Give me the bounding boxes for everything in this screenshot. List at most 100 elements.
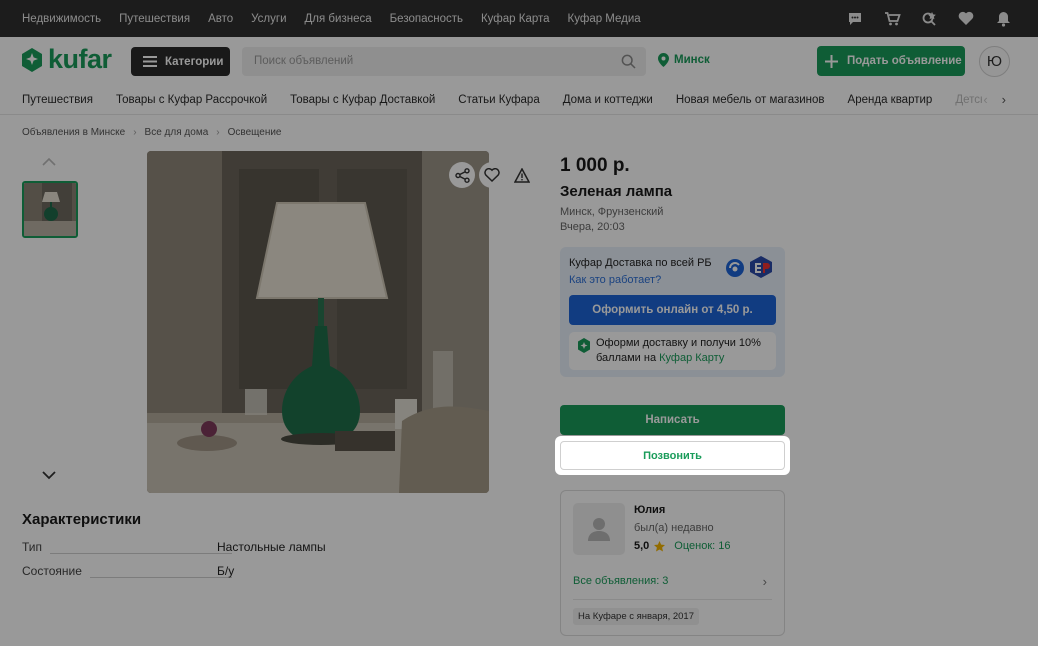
avatar-letter: Ю — [986, 53, 1003, 70]
listing-date: Вчера, 20:03 — [560, 221, 625, 233]
top-link-kufar-card[interactable]: Куфар Карта — [481, 13, 550, 25]
categories-label: Категории — [165, 55, 224, 68]
top-link-services[interactable]: Услуги — [251, 13, 286, 25]
search-icon[interactable] — [621, 54, 636, 69]
chevron-left-icon[interactable]: ‹ — [983, 92, 987, 107]
kufar-logo-icon — [22, 47, 42, 72]
thumbs-down-arrow-icon[interactable] — [42, 470, 56, 480]
share-icon — [454, 167, 470, 183]
categories-button[interactable]: Категории — [131, 47, 230, 76]
main-photo[interactable] — [147, 151, 489, 493]
listing-price: 1 000 р. — [560, 155, 630, 176]
photo-thumbnail[interactable] — [22, 181, 78, 238]
chevron-right-icon[interactable]: › — [1002, 92, 1006, 107]
saved-search-icon[interactable] — [920, 10, 938, 28]
characteristic-row: Состояние Б/у — [22, 564, 442, 582]
divider — [573, 599, 772, 600]
breadcrumb-separator-icon: › — [133, 127, 137, 138]
city-selector[interactable]: Минск — [658, 53, 710, 67]
seller-rating: 5,0 Оценок: 16 — [634, 540, 731, 552]
top-link-business[interactable]: Для бизнеса — [305, 13, 372, 25]
top-link-safety[interactable]: Безопасность — [390, 13, 463, 25]
heart-icon — [484, 168, 500, 182]
nav-item-articles[interactable]: Статьи Куфара — [458, 94, 539, 106]
write-button[interactable]: Написать — [560, 405, 785, 435]
nav-item-kids[interactable]: Детск — [955, 94, 982, 106]
plus-icon — [825, 54, 838, 68]
breadcrumb-item[interactable]: Объявления в Минске — [22, 127, 125, 138]
belpost-logo-icon — [726, 259, 744, 277]
characteristic-value: Настольные лампы — [217, 540, 326, 554]
delivery-title: Куфар Доставка по всей РБ — [569, 257, 712, 269]
top-icons — [846, 0, 1012, 37]
favorites-icon[interactable] — [957, 10, 975, 28]
top-link-realty[interactable]: Недвижимость — [22, 13, 101, 25]
characteristic-value: Б/у — [217, 564, 235, 578]
nav-item-houses[interactable]: Дома и коттеджи — [563, 94, 653, 106]
share-button[interactable] — [449, 162, 475, 188]
star-icon — [654, 540, 666, 551]
kufar-card-icon — [578, 338, 590, 353]
location-pin-icon — [658, 53, 669, 67]
logo-text: kufar — [48, 44, 112, 74]
reviews-link[interactable]: Оценок: 16 — [674, 540, 730, 552]
rating-value: 5,0 — [634, 540, 650, 552]
header: kufar Категории Поиск объявлений Минск П… — [0, 37, 1038, 85]
top-links: Недвижимость Путешествия Авто Услуги Для… — [22, 0, 641, 37]
avatar[interactable]: Ю — [979, 46, 1010, 77]
nav-item-travel[interactable]: Путешествия — [22, 94, 93, 106]
search-input[interactable]: Поиск объявлений — [242, 47, 646, 76]
lamp-thumbnail-image — [24, 183, 76, 236]
nav-item-delivery[interactable]: Товары с Куфар Доставкой — [290, 94, 435, 106]
kufar-logo[interactable]: kufar — [20, 44, 112, 75]
top-bar: Недвижимость Путешествия Авто Услуги Для… — [0, 0, 1038, 37]
seller-avatar[interactable] — [573, 503, 625, 555]
characteristic-key: Состояние — [22, 564, 82, 578]
breadcrumb-item[interactable]: Все для дома — [145, 127, 209, 138]
delivery-how-link[interactable]: Как это работает? — [569, 274, 661, 286]
listing-location: Минск, Фрунзенский — [560, 206, 664, 218]
seller-card: Юлия был(а) недавно 5,0 Оценок: 16 Все о… — [560, 490, 785, 636]
cart-icon[interactable] — [883, 10, 901, 28]
menu-icon — [143, 56, 157, 67]
nav-item-furniture[interactable]: Новая мебель от магазинов — [676, 94, 825, 106]
favorite-button[interactable] — [479, 162, 505, 188]
notifications-icon[interactable] — [994, 10, 1012, 28]
post-ad-button[interactable]: Подать объявление — [817, 46, 965, 76]
delivery-card: Куфар Доставка по всей РБ Как это работа… — [560, 247, 785, 377]
warning-icon — [514, 167, 530, 183]
city-label: Минск — [674, 54, 710, 66]
characteristic-divider — [90, 577, 232, 578]
messages-icon[interactable] — [846, 10, 864, 28]
order-online-button[interactable]: Оформить онлайн от 4,50 р. — [569, 295, 776, 325]
search-placeholder: Поиск объявлений — [254, 55, 354, 67]
kufar-card-link[interactable]: Куфар Карту — [659, 352, 724, 364]
seller-name[interactable]: Юлия — [634, 504, 665, 516]
top-link-auto[interactable]: Авто — [208, 13, 233, 25]
breadcrumb: Объявления в Минске › Все для дома › Осв… — [22, 127, 282, 138]
category-nav-items: Путешествия Товары с Куфар Рассрочкой То… — [22, 85, 982, 114]
delivery-bonus-note: Оформи доставку и получи 10% баллами на … — [569, 332, 776, 370]
all-ads-link[interactable]: Все объявления: 3 — [573, 575, 668, 587]
characteristics-title: Характеристики — [22, 511, 142, 528]
characteristic-key: Тип — [22, 540, 43, 554]
characteristic-divider — [50, 553, 232, 554]
chevron-right-icon[interactable]: › — [763, 574, 767, 589]
thumbs-up-arrow-icon[interactable] — [42, 157, 56, 167]
seller-status: был(а) недавно — [634, 522, 714, 534]
nav-item-rent[interactable]: Аренда квартир — [848, 94, 933, 106]
top-link-kufar-media[interactable]: Куфар Медиа — [568, 13, 641, 25]
nav-item-installments[interactable]: Товары с Куфар Рассрочкой — [116, 94, 267, 106]
listing-title: Зеленая лампа — [560, 183, 673, 200]
europost-logo-icon — [750, 256, 772, 278]
user-placeholder-icon — [588, 518, 610, 541]
category-nav: Путешествия Товары с Куфар Рассрочкой То… — [0, 85, 1038, 115]
delivery-logos — [724, 255, 774, 279]
photo-actions — [449, 162, 535, 188]
call-button[interactable]: Позвонить — [560, 441, 785, 470]
report-button[interactable] — [509, 162, 535, 188]
breadcrumb-item[interactable]: Освещение — [228, 127, 282, 138]
post-ad-label: Подать объявление — [847, 55, 962, 67]
member-since-badge: На Куфаре с января, 2017 — [573, 608, 700, 625]
top-link-travel[interactable]: Путешествия — [119, 13, 190, 25]
